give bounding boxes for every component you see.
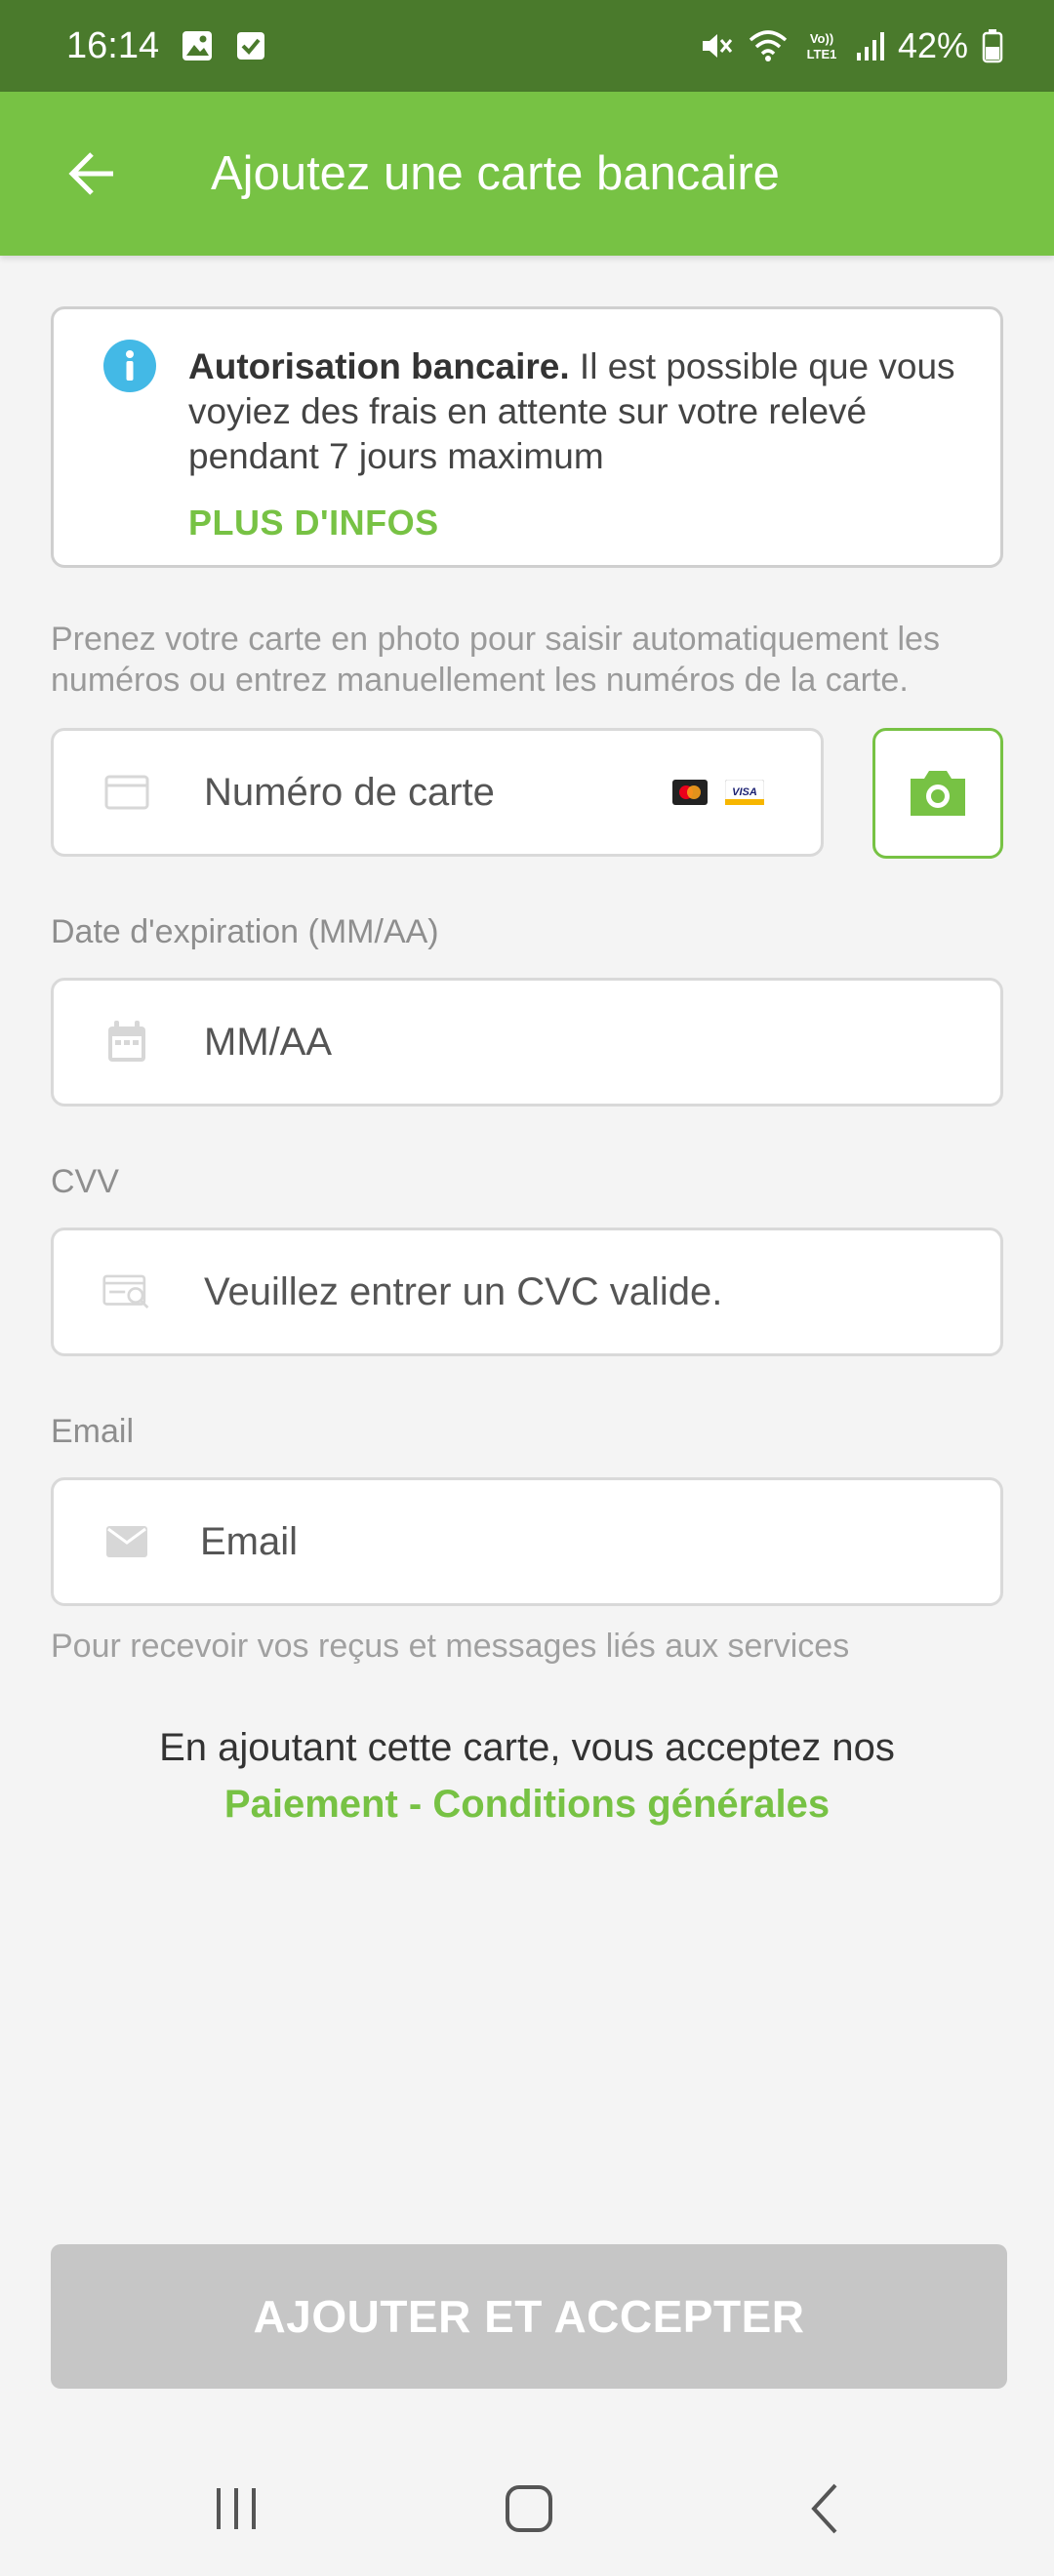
system-navigation-bar [0, 2439, 1054, 2576]
terms-text: En ajoutant cette carte, vous acceptez n… [159, 1726, 895, 1769]
notice-title: Autorisation bancaire. [188, 346, 570, 386]
payment-terms-link[interactable]: Paiement - Conditions générales [0, 1776, 1054, 1832]
battery-percentage: 42% [897, 25, 968, 65]
status-bar: 16:14 Vo)) LTE1 42% [0, 0, 1054, 92]
camera-icon [911, 771, 965, 816]
calendar-icon [102, 1018, 151, 1067]
mail-icon [102, 1517, 151, 1566]
email-field[interactable]: Email [51, 1477, 1003, 1606]
add-and-accept-button[interactable]: AJOUTER ET ACCEPTER [51, 2244, 1007, 2389]
expiry-field[interactable]: MM/AA [51, 978, 1003, 1107]
mastercard-icon [672, 780, 708, 810]
battery-icon [982, 28, 1003, 63]
signal-icon [855, 29, 884, 62]
bank-authorization-notice: Autorisation bancaire. Il est possible q… [51, 306, 1003, 568]
scan-card-camera-button[interactable] [872, 728, 1003, 859]
notice-text: Autorisation bancaire. Il est possible q… [188, 344, 969, 479]
more-info-link[interactable]: PLUS D'INFOS [188, 503, 439, 543]
svg-text:Vo)): Vo)) [810, 31, 833, 46]
home-button[interactable] [490, 2475, 568, 2543]
cvv-field[interactable]: Veuillez entrer un CVC valide. [51, 1228, 1003, 1356]
volte-icon: Vo)) LTE1 [802, 28, 841, 63]
card-brands: VISA [672, 779, 765, 810]
recent-apps-icon [217, 2488, 256, 2529]
email-placeholder: Email [200, 1520, 299, 1563]
info-icon [102, 339, 157, 393]
system-back-button[interactable] [787, 2475, 865, 2543]
task-notification-icon [235, 30, 266, 61]
email-label: Email [51, 1413, 135, 1450]
back-button[interactable] [49, 131, 135, 217]
credit-card-icon [102, 768, 151, 817]
terms-notice: En ajoutant cette carte, vous acceptez n… [0, 1719, 1054, 1832]
email-hint: Pour recevoir vos reçus et messages liés… [51, 1628, 850, 1665]
home-icon [506, 2485, 552, 2532]
cvv-placeholder: Veuillez entrer un CVC valide. [204, 1270, 723, 1313]
arrow-back-icon [68, 152, 113, 195]
svg-text:LTE1: LTE1 [807, 47, 837, 61]
mute-icon [699, 28, 734, 63]
wifi-icon [748, 28, 789, 63]
expiry-label: Date d'expiration (MM/AA) [51, 913, 439, 950]
back-chevron-icon [811, 2483, 837, 2534]
cvv-label: CVV [51, 1163, 119, 1200]
status-time: 16:14 [66, 24, 160, 66]
expiry-placeholder: MM/AA [204, 1021, 333, 1064]
photo-hint: Prenez votre carte en photo pour saisir … [51, 621, 940, 699]
card-security-code-icon [102, 1268, 151, 1316]
visa-icon: VISA [724, 779, 765, 810]
app-bar: Ajoutez une carte bancaire [0, 92, 1054, 256]
svg-text:VISA: VISA [732, 786, 757, 798]
gallery-notification-icon [181, 29, 214, 62]
page-title: Ajoutez une carte bancaire [211, 147, 780, 200]
recent-apps-button[interactable] [197, 2475, 275, 2543]
card-number-field[interactable]: Numéro de carte VISA [51, 728, 824, 857]
card-number-placeholder: Numéro de carte [204, 771, 495, 814]
